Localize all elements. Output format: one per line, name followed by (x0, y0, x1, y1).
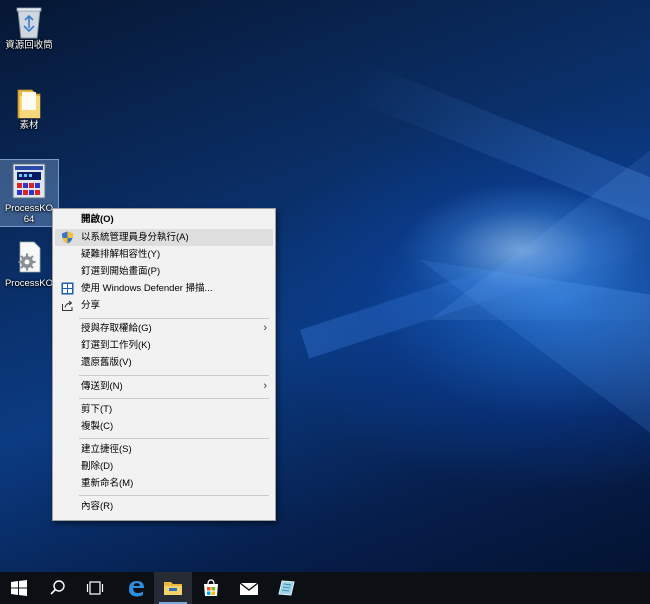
menu-item-label: 內容(R) (81, 501, 114, 512)
menu-item-pin-to-start[interactable]: 釘選到開始畫面(P) (55, 263, 273, 280)
menu-separator (79, 495, 269, 496)
store-button[interactable] (192, 572, 230, 604)
menu-item-label: 使用 Windows Defender 掃描... (81, 283, 213, 294)
mail-icon (239, 582, 259, 595)
menu-item-label: 疑難排解相容性(Y) (81, 249, 161, 260)
folder-icon (17, 89, 41, 119)
desktop-icon-label: ProcessKO 64 (4, 203, 54, 225)
taskbar (0, 572, 650, 604)
menu-item-label: 還原舊版(V) (81, 357, 132, 368)
search-button[interactable] (38, 572, 76, 604)
menu-item-label: 複製(C) (81, 421, 114, 432)
menu-item-label: 重新命名(M) (81, 478, 134, 489)
menu-item-give-access[interactable]: 授與存取權給(G) › (55, 320, 273, 337)
context-menu: 開啟(O) 以系統管理員身分執行(A) 疑難排解相容性(Y) 釘選到開始畫面(P… (52, 208, 276, 521)
recycle-bin-icon (16, 7, 42, 39)
edge-button[interactable] (116, 572, 154, 604)
start-icon (11, 580, 27, 596)
mail-button[interactable] (230, 572, 268, 604)
menu-item-troubleshoot-compat[interactable]: 疑難排解相容性(Y) (55, 246, 273, 263)
desktop-icon-folder[interactable]: 素材 (0, 86, 58, 138)
menu-item-label: 刪除(D) (81, 461, 114, 472)
desktop-icon-label: 素材 (19, 120, 39, 131)
edge-icon (129, 581, 144, 597)
uac-shield-icon (62, 231, 73, 244)
settings-file-icon (18, 241, 41, 273)
desktop-icon-processko64[interactable]: ProcessKO 64 (0, 159, 59, 227)
desktop-icon-processko-config[interactable]: ProcessKO (0, 240, 58, 294)
task-view-button[interactable] (76, 572, 114, 604)
menu-item-run-as-admin[interactable]: 以系統管理員身分執行(A) (55, 229, 273, 246)
menu-item-label: 釘選到工作列(K) (81, 340, 151, 351)
menu-separator (79, 398, 269, 399)
menu-item-label: 建立捷徑(S) (81, 444, 132, 455)
menu-item-label: 剪下(T) (81, 404, 113, 415)
menu-item-label: 開啟(O) (81, 214, 114, 225)
chevron-right-icon: › (263, 380, 267, 392)
file-explorer-button[interactable] (154, 572, 192, 604)
menu-item-send-to[interactable]: 傳送到(N) › (55, 378, 273, 395)
desktop-icon-label: 資源回收筒 (5, 40, 53, 51)
menu-item-create-shortcut[interactable]: 建立捷徑(S) (55, 441, 273, 458)
chevron-right-icon: › (263, 322, 267, 334)
menu-item-label: 分享 (81, 300, 101, 311)
search-icon (50, 580, 65, 595)
menu-item-share[interactable]: 分享 (55, 297, 273, 314)
menu-item-restore-previous[interactable]: 還原舊版(V) (55, 354, 273, 371)
menu-item-defender-scan[interactable]: 使用 Windows Defender 掃描... (55, 280, 273, 297)
menu-item-rename[interactable]: 重新命名(M) (55, 475, 273, 492)
windows-defender-icon (61, 282, 74, 295)
menu-item-label: 釘選到開始畫面(P) (81, 266, 161, 277)
file-explorer-icon (164, 582, 182, 595)
menu-item-properties[interactable]: 內容(R) (55, 498, 273, 515)
desktop-icon-label: ProcessKO (4, 278, 54, 289)
menu-separator (79, 318, 269, 319)
menu-item-open[interactable]: 開啟(O) (55, 211, 273, 228)
menu-item-cut[interactable]: 剪下(T) (55, 401, 273, 418)
menu-item-label: 傳送到(N) (81, 381, 123, 392)
task-view-icon (86, 581, 104, 595)
menu-item-label: 授與存取權給(G) (81, 323, 152, 334)
menu-item-delete[interactable]: 刪除(D) (55, 458, 273, 475)
app-button[interactable] (268, 572, 306, 604)
desktop-icon-recycle-bin[interactable]: 資源回收筒 (0, 4, 58, 60)
app-icon (278, 580, 295, 596)
menu-separator (79, 438, 269, 439)
menu-item-label: 以系統管理員身分執行(A) (81, 232, 189, 243)
menu-item-pin-to-taskbar[interactable]: 釘選到工作列(K) (55, 337, 273, 354)
menu-separator (79, 375, 269, 376)
share-icon (62, 300, 73, 311)
start-button[interactable] (0, 572, 38, 604)
processko-app-icon (12, 163, 46, 199)
store-icon (204, 579, 218, 596)
menu-item-copy[interactable]: 複製(C) (55, 418, 273, 435)
